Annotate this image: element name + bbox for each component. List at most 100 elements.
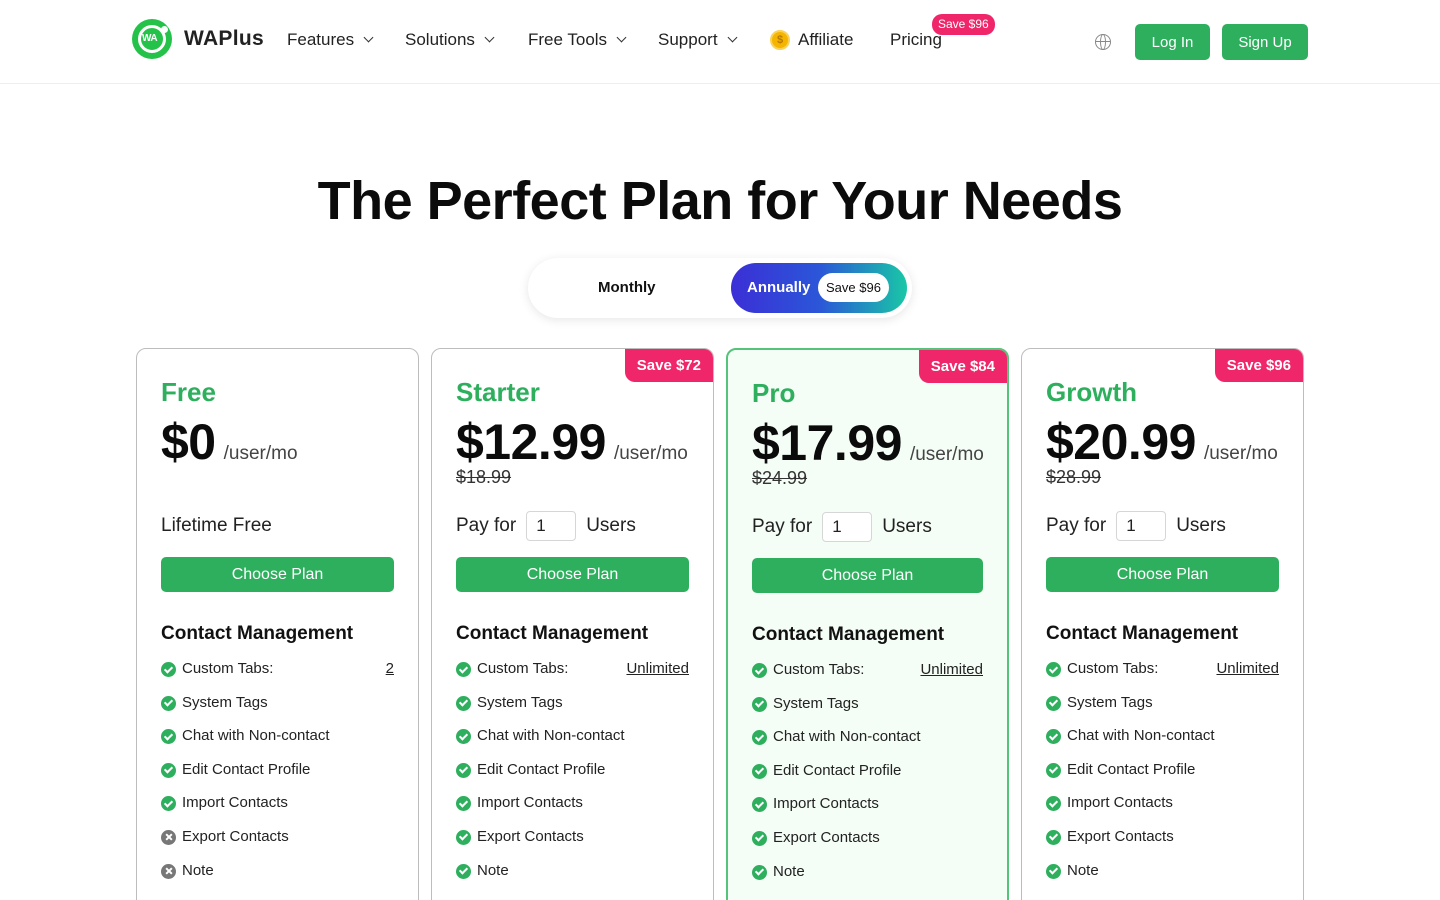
list-item: Import Contacts [1046,794,1279,828]
chevron-down-icon [484,32,495,43]
check-icon [161,762,176,778]
price-unit: /user/mo [909,444,984,465]
toggle-annually[interactable]: Annually Save $96 [731,263,907,313]
nav-item-pricing[interactable]: Pricing [890,30,942,50]
price-unit: /user/mo [223,443,298,464]
list-item: System Tags [161,694,394,728]
nav-item-features[interactable]: Features [287,30,374,50]
feature-list: Custom Tabs: Unlimited System Tags Chat w… [456,660,689,895]
check-icon [752,830,767,846]
choose-plan-button[interactable]: Choose Plan [752,558,983,593]
lifetime-free-note: Lifetime Free [161,515,272,536]
check-icon [161,695,176,711]
check-icon [1046,762,1061,778]
check-icon [1046,796,1061,812]
check-icon [752,663,767,678]
check-icon [1046,829,1061,845]
check-icon [1046,863,1061,879]
plan-name: Growth [1046,377,1137,407]
chevron-down-icon [363,32,374,43]
list-item: Custom Tabs: Unlimited [456,660,689,694]
custom-tabs-value-link[interactable]: Unlimited [626,660,689,677]
check-icon [456,695,471,711]
user-count-input[interactable] [1116,511,1167,541]
login-button[interactable]: Log In [1135,24,1210,60]
signup-button[interactable]: Sign Up [1222,24,1308,60]
user-count-input[interactable] [822,512,873,542]
list-item: Export Contacts [456,828,689,862]
toggle-monthly[interactable]: Monthly [598,279,656,296]
nav-item-free-tools[interactable]: Free Tools [528,30,627,50]
plan-card-pro: Save $84 Pro $17.99 /user/mo $24.99 Pay … [726,348,1009,900]
custom-tabs-value-link[interactable]: Unlimited [1216,660,1279,677]
page-title: The Perfect Plan for Your Needs [317,171,1123,231]
check-icon [752,730,767,746]
nav-item-affiliate[interactable]: $ Affiliate [770,30,853,50]
list-item: Export Contacts [161,828,394,862]
feature-list: Custom Tabs: Unlimited System Tags Chat w… [1046,660,1279,895]
check-icon [752,763,767,779]
list-item: Edit Contact Profile [161,761,394,795]
check-icon [752,864,767,880]
custom-tabs-value-link[interactable]: 2 [386,660,394,677]
user-count-input[interactable] [526,511,577,541]
save-ribbon: Save $96 [1214,349,1303,382]
brand-logo-link[interactable]: WA WAPlus [132,19,264,59]
plan-name: Starter [456,377,540,407]
list-item: Chat with Non-contact [161,727,394,761]
list-item: Chat with Non-contact [1046,727,1279,761]
price-unit: /user/mo [1203,443,1278,464]
choose-plan-button[interactable]: Choose Plan [161,557,394,592]
waplus-logo-icon: WA [132,19,172,59]
check-icon [456,662,471,677]
check-icon [1046,695,1061,711]
list-item: Chat with Non-contact [456,727,689,761]
list-item: System Tags [456,694,689,728]
original-price: $24.99 [752,468,808,488]
check-icon [456,796,471,812]
plan-price: $17.99 [752,415,902,471]
toggle-annually-label: Annually [747,279,811,296]
check-icon [1046,662,1061,677]
nav-item-solutions[interactable]: Solutions [405,30,495,50]
feature-section-title: Contact Management [456,623,649,644]
x-circle-icon [161,863,176,879]
chevron-down-icon [727,32,737,43]
check-icon [752,797,767,813]
pay-for-row: Pay for Users [1046,511,1226,541]
pricing-save-badge: Save $96 [932,14,995,35]
plan-card-free: Free $0 /user/mo Lifetime Free Choose Pl… [136,348,419,900]
check-icon [161,729,176,745]
list-item: System Tags [1046,694,1279,728]
custom-tabs-value-link[interactable]: Unlimited [920,661,983,678]
choose-plan-button[interactable]: Choose Plan [1046,557,1279,592]
globe-icon[interactable] [1095,33,1111,50]
billing-period-toggle: Monthly Annually Save $96 [528,258,912,318]
plan-name: Pro [752,378,796,408]
nav-item-label: Solutions [405,30,475,49]
price-row: $17.99 /user/mo [752,414,984,472]
price-unit: /user/mo [613,443,688,464]
price-row: $0 /user/mo [161,413,298,471]
list-item: Note [161,862,394,896]
plan-name: Free [161,377,216,407]
plan-card-growth: Save $96 Growth $20.99 /user/mo $28.99 P… [1021,348,1304,900]
price-row: $20.99 /user/mo [1046,413,1278,471]
plan-price: $12.99 [456,414,606,470]
list-item: Custom Tabs: Unlimited [752,661,983,695]
plan-price: $20.99 [1046,414,1196,470]
annual-save-badge: Save $96 [818,273,889,302]
save-ribbon: Save $72 [624,349,713,382]
pay-for-row: Pay for Users [752,512,932,542]
feature-section-title: Contact Management [1046,623,1239,644]
list-item: Note [1046,862,1279,896]
nav-item-support[interactable]: Support [658,30,737,50]
choose-plan-button[interactable]: Choose Plan [456,557,689,592]
original-price: $28.99 [1046,467,1102,487]
price-row: $12.99 /user/mo [456,413,688,471]
x-circle-icon [161,829,176,845]
top-navigation: WA WAPlus Features Solutions Free Tools … [0,0,1440,84]
original-price: $18.99 [456,467,512,487]
list-item: Edit Contact Profile [752,762,983,796]
list-item: Import Contacts [752,795,983,829]
